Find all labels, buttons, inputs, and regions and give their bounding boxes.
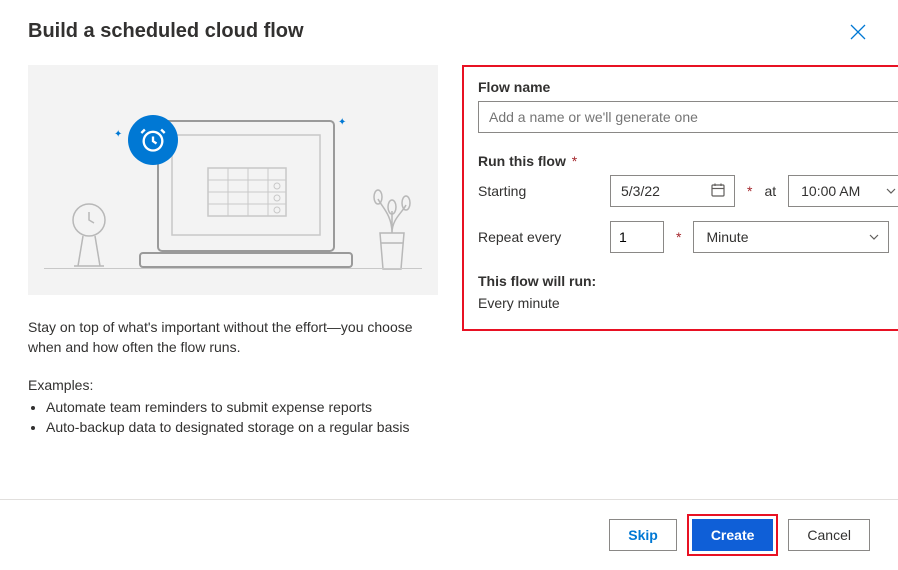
time-text: 10:00 AM	[801, 183, 860, 199]
chevron-down-icon	[868, 231, 880, 243]
run-summary-section: This flow will run: Every minute	[478, 273, 898, 311]
run-flow-label: Run this flow *	[478, 153, 898, 169]
close-icon	[850, 24, 866, 40]
close-button[interactable]	[846, 20, 870, 47]
alarm-clock-icon	[128, 115, 178, 165]
required-marker: *	[676, 229, 681, 245]
unit-text: Minute	[706, 229, 748, 245]
at-label: at	[764, 183, 776, 199]
required-marker: *	[747, 183, 752, 199]
plant-icon	[370, 185, 414, 275]
skip-button[interactable]: Skip	[609, 519, 677, 551]
clock-icon	[68, 200, 110, 270]
starting-time-select[interactable]: 10:00 AM	[788, 175, 898, 207]
cancel-button[interactable]: Cancel	[788, 519, 870, 551]
starting-row: Starting 5/3/22 * at 10:00 AM	[478, 175, 898, 207]
flow-name-label: Flow name	[478, 79, 898, 95]
repeat-value-input[interactable]	[610, 221, 664, 253]
starting-label: Starting	[478, 183, 598, 199]
illustration: ✦ ✦	[28, 65, 438, 295]
dialog-header: Build a scheduled cloud flow	[28, 20, 870, 47]
repeat-row: Repeat every * Minute *	[478, 221, 898, 253]
create-button[interactable]: Create	[692, 519, 774, 551]
example-item: Auto-backup data to designated storage o…	[46, 417, 438, 437]
dialog-footer: Skip Create Cancel	[0, 499, 898, 560]
form-panel: Flow name Run this flow * Starting 5/3/2…	[462, 65, 898, 331]
run-flow-section: Run this flow * Starting 5/3/22 * at 10:…	[478, 153, 898, 253]
summary-text: Every minute	[478, 295, 898, 311]
flow-name-section: Flow name	[478, 79, 898, 133]
examples-list: Automate team reminders to submit expens…	[28, 397, 438, 437]
scheduled-flow-dialog: Build a scheduled cloud flow ✦ ✦	[0, 0, 898, 570]
repeat-unit-select[interactable]: Minute	[693, 221, 888, 253]
example-item: Automate team reminders to submit expens…	[46, 397, 438, 417]
left-panel: ✦ ✦	[28, 65, 438, 550]
create-button-highlight: Create	[687, 514, 779, 556]
dialog-body: ✦ ✦	[28, 65, 870, 550]
repeat-label: Repeat every	[478, 229, 598, 245]
date-text: 5/3/22	[621, 183, 660, 199]
starting-date-input[interactable]: 5/3/22	[610, 175, 735, 207]
summary-label: This flow will run:	[478, 273, 898, 289]
calendar-icon[interactable]	[706, 178, 730, 205]
description-text: Stay on top of what's important without …	[28, 317, 438, 357]
chevron-down-icon	[885, 185, 897, 197]
examples-label: Examples:	[28, 377, 438, 393]
flow-name-input[interactable]	[478, 101, 898, 133]
dialog-title: Build a scheduled cloud flow	[28, 20, 304, 43]
